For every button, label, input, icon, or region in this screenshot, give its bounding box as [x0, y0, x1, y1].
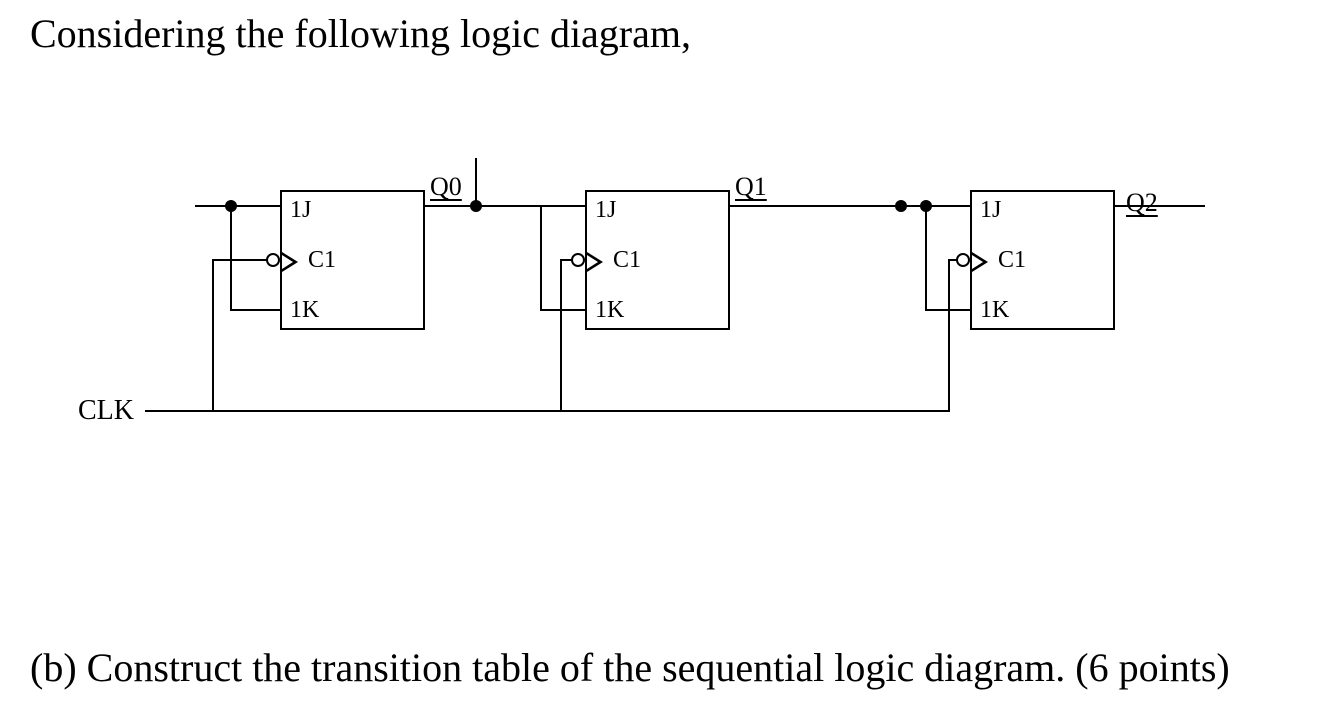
- wire-ff2-k-in: [925, 309, 970, 311]
- wire-ff1-jk-tie: [540, 205, 542, 311]
- flipflop-0: 1J C1 1K: [280, 190, 425, 330]
- q2-label: Q2: [1126, 188, 1158, 218]
- clk-label: CLK: [78, 395, 134, 427]
- wire-ff0-j-in: [195, 205, 280, 207]
- wire-clk-tap-2: [948, 259, 950, 410]
- clock-triangle-icon: [282, 252, 298, 272]
- junction-ff2-jk: [920, 200, 932, 212]
- pin-k-label: 1K: [290, 297, 319, 324]
- wire-clk-tap-0: [212, 259, 214, 410]
- pin-c-label: C1: [998, 247, 1026, 274]
- page: Considering the following logic diagram,…: [0, 0, 1340, 722]
- pin-j-label: 1J: [290, 197, 311, 224]
- pin-j-label: 1J: [980, 197, 1001, 224]
- neg-edge-bubble-2: [956, 253, 970, 267]
- logic-diagram: 1J C1 1K 1J C1 1K 1J C1 1K Q0 Q1 Q2 CLK: [0, 150, 1340, 450]
- wire-q0-up: [475, 158, 477, 205]
- pin-k-label: 1K: [595, 297, 624, 324]
- clock-triangle-icon: [587, 252, 603, 272]
- wire-q0-out: [425, 205, 585, 207]
- neg-edge-bubble-0: [266, 253, 280, 267]
- wire-clk-to-ff0: [212, 259, 268, 261]
- wire-clk-bus: [145, 410, 950, 412]
- wire-ff0-k-in: [230, 309, 280, 311]
- junction-q1: [895, 200, 907, 212]
- wire-q2-out: [1115, 205, 1205, 207]
- flipflop-1: 1J C1 1K: [585, 190, 730, 330]
- wire-clk-to-ff1: [560, 259, 573, 261]
- wire-ff2-jk-tie: [925, 205, 927, 311]
- wire-clk-tap-1: [560, 259, 562, 410]
- wire-q1-out: [730, 205, 970, 207]
- wire-ff1-k-in: [540, 309, 585, 311]
- pin-c-label: C1: [308, 247, 336, 274]
- pin-j-label: 1J: [595, 197, 616, 224]
- junction-ff0-jk: [225, 200, 237, 212]
- q1-label: Q1: [735, 172, 767, 202]
- wire-ff0-jk-tie: [230, 205, 232, 311]
- clock-triangle-icon: [972, 252, 988, 272]
- q0-label: Q0: [430, 172, 462, 202]
- flipflop-2: 1J C1 1K: [970, 190, 1115, 330]
- wire-top-stub: [475, 158, 477, 160]
- question-text: (b) Construct the transition table of th…: [30, 644, 1230, 692]
- heading-text: Considering the following logic diagram,: [30, 10, 691, 58]
- wire-clk-to-ff2: [948, 259, 958, 261]
- neg-edge-bubble-1: [571, 253, 585, 267]
- pin-k-label: 1K: [980, 297, 1009, 324]
- pin-c-label: C1: [613, 247, 641, 274]
